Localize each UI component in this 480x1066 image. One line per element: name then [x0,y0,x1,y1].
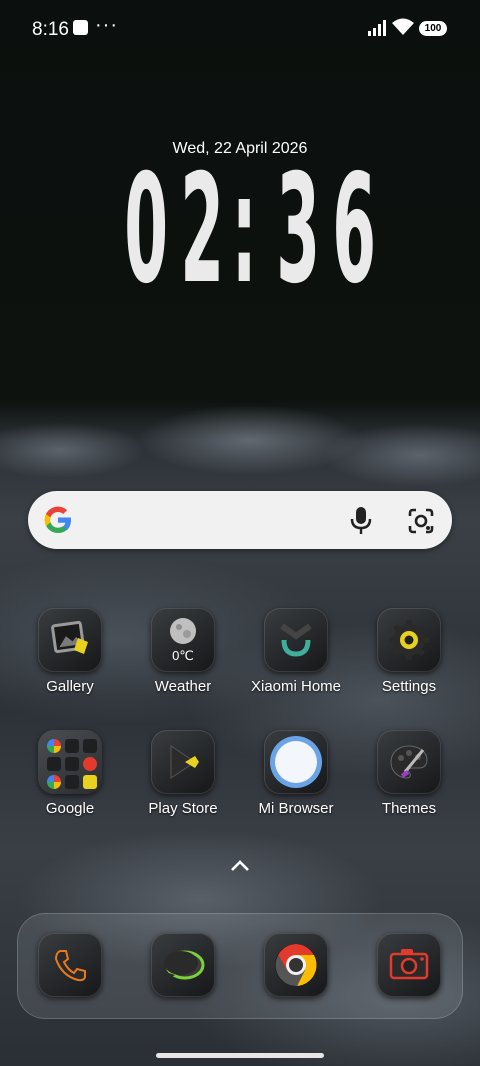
status-time: 8:16 [32,19,69,40]
clock-separator: : [231,143,257,317]
app-label: Settings [381,678,437,695]
phone-icon [38,933,102,997]
app-label: Weather [154,678,212,695]
dock-chrome[interactable] [241,933,351,997]
clock-digit: 0 [124,143,169,317]
chevron-up-icon[interactable] [228,858,252,874]
clock-digit: 2 [180,143,225,317]
status-bar: 8:16 ··· 100 [0,0,480,60]
dock-phone[interactable] [15,933,125,997]
app-weather[interactable]: 0℃ Weather [128,608,238,695]
clock-digit: 6 [332,143,377,317]
gallery-icon [38,608,102,672]
dock-messages[interactable] [128,933,238,997]
play-store-icon [151,730,215,794]
clock-widget[interactable]: 0 2 : 3 6 [0,143,480,317]
google-lens-icon[interactable] [408,508,434,534]
app-label: Xiaomi Home [250,678,342,695]
app-themes[interactable]: Themes [354,730,464,817]
google-folder-icon [38,730,102,794]
app-label: Mi Browser [258,800,334,817]
settings-icon [377,608,441,672]
mi-browser-icon [264,730,328,794]
mic-icon[interactable] [350,507,372,535]
app-label: Play Store [148,800,218,817]
dock-camera[interactable] [354,933,464,997]
signal-icon [368,20,386,36]
app-label: Google [45,800,95,817]
home-indicator[interactable] [156,1053,324,1058]
themes-icon [377,730,441,794]
app-label: Themes [381,800,437,817]
battery-icon: 100 [419,21,447,36]
google-logo-icon [44,506,71,533]
app-gallery[interactable]: Gallery [15,608,125,695]
weather-icon: 0℃ [151,608,215,672]
camera-icon [377,933,441,997]
app-play-store[interactable]: Play Store [128,730,238,817]
wifi-icon [392,18,414,35]
xiaomi-home-icon [264,608,328,672]
notification-icon [73,20,88,35]
dock [17,913,463,1019]
app-xiaomi-home[interactable]: Xiaomi Home [241,608,351,695]
chrome-icon [264,933,328,997]
app-settings[interactable]: Settings [354,608,464,695]
more-notifications-icon: ··· [95,14,118,36]
clock-digit: 3 [276,143,321,317]
weather-temperature: 0℃ [172,648,194,663]
app-mi-browser[interactable]: Mi Browser [241,730,351,817]
google-search-bar[interactable] [28,491,452,549]
messages-icon [151,933,215,997]
app-folder-google[interactable]: Google [15,730,125,817]
app-label: Gallery [46,678,94,695]
